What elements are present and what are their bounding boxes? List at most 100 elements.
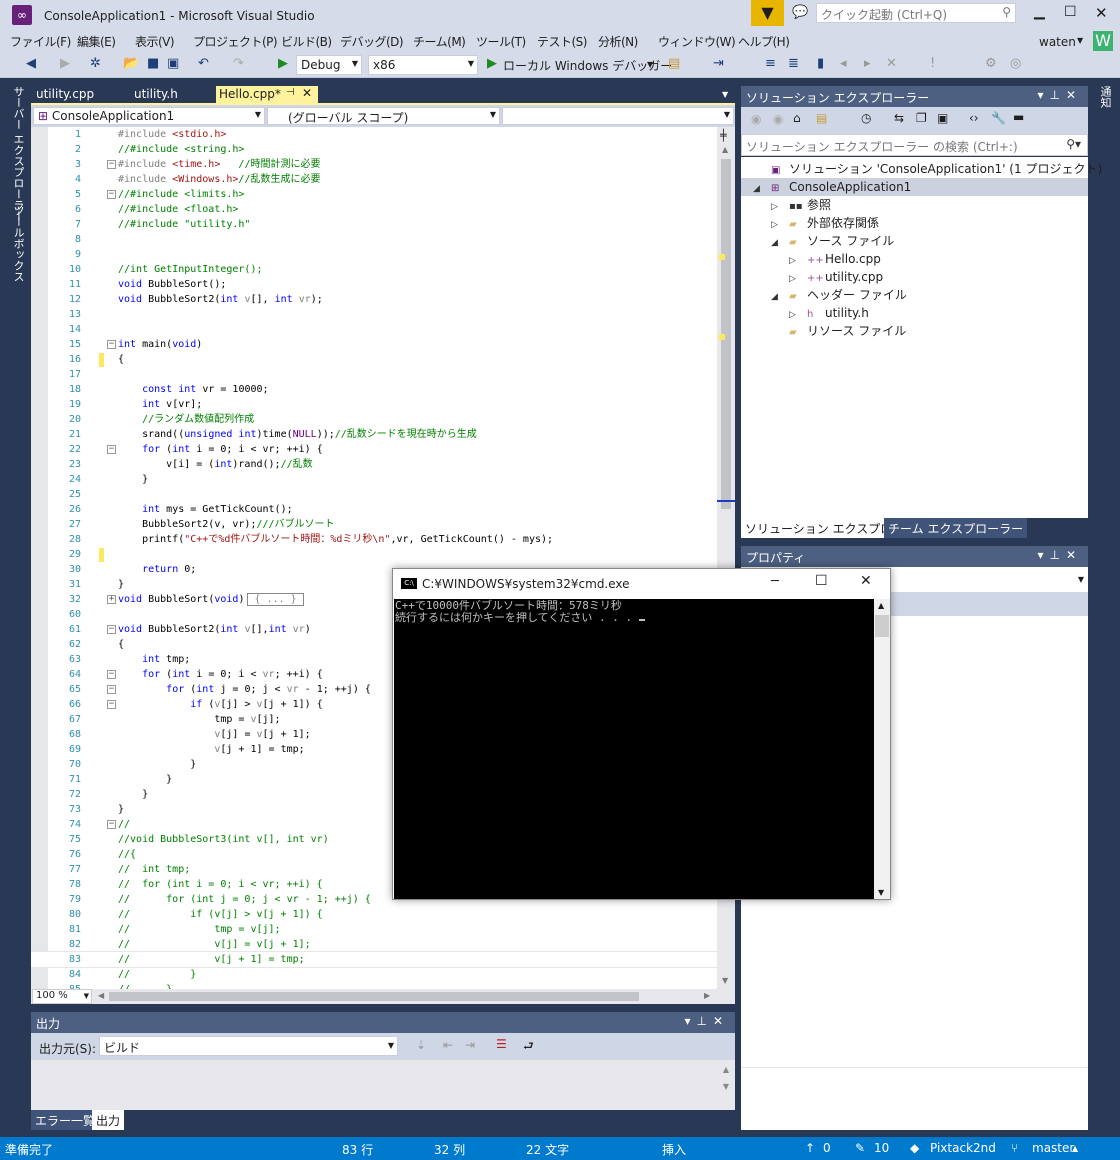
next-message-icon[interactable]: ⇥: [465, 1038, 475, 1052]
notifications-tab[interactable]: 通知: [1097, 86, 1113, 108]
solution-search-input[interactable]: ソリューション エクスプローラー の検索 (Ctrl+:) ⚲▾: [741, 134, 1088, 156]
scroll-up-icon[interactable]: ▲: [722, 145, 728, 154]
word-wrap-icon[interactable]: ⮐: [523, 1037, 534, 1058]
horizontal-scroll-thumb[interactable]: [109, 992, 639, 1001]
maximize-button[interactable]: ☐: [1064, 4, 1077, 20]
menu-window[interactable]: ウィンドウ(W): [658, 33, 736, 50]
code-line[interactable]: 18 const int vr = 10000;: [31, 382, 717, 397]
status-repo[interactable]: Pixtack2nd: [930, 1141, 996, 1155]
back-icon[interactable]: ◀: [26, 56, 36, 71]
quick-launch-input[interactable]: クイック起動 (Ctrl+Q) ⚲: [816, 3, 1016, 23]
alert-icon[interactable]: !: [930, 56, 935, 71]
menu-view[interactable]: 表示(V): [135, 33, 175, 50]
member-dropdown[interactable]: ▼: [502, 107, 734, 125]
tab-hello-cpp[interactable]: Hello.cpp* ⊣ ✕: [216, 86, 318, 104]
scroll-up-icon[interactable]: ▲: [723, 1065, 729, 1074]
menu-analyze[interactable]: 分析(N): [598, 33, 638, 50]
code-line[interactable]: 16 {: [31, 352, 717, 367]
collapse-icon[interactable]: −: [107, 340, 116, 349]
code-line[interactable]: 28 printf("C++で%d件バブルソート時間：%dミリ秒\n",vr, …: [31, 532, 717, 547]
menu-help[interactable]: ヘルプ(H): [738, 33, 790, 50]
code-line[interactable]: 21 srand((unsigned int)time(NULL));//乱数シ…: [31, 427, 717, 442]
tree-item[interactable]: ▣ ソリューション 'ConsoleApplication1' (1 プロジェクト…: [741, 160, 1102, 178]
code-line[interactable]: 7 //#include "utility.h": [31, 217, 717, 232]
project-dropdown[interactable]: ⊞ ConsoleApplication1 ▼: [33, 107, 265, 125]
go-to-line-icon[interactable]: ⇣: [416, 1038, 426, 1052]
platform-dropdown[interactable]: x86 ▼: [368, 55, 478, 75]
config-dropdown[interactable]: Debug ▼: [296, 55, 362, 75]
console-scrollbar[interactable]: ▲ ▼: [874, 599, 890, 899]
user-dropdown-icon[interactable]: ▼: [1077, 36, 1083, 45]
split-icon[interactable]: ╪: [720, 129, 727, 142]
minimize-button[interactable]: ▁: [1034, 4, 1045, 20]
code-line[interactable]: 80 // if (v[j] > v[j + 1]) {: [31, 907, 717, 922]
tree-item[interactable]: ▷ ++utility.cpp: [741, 268, 1088, 286]
tab-overflow-icon[interactable]: ▼: [722, 90, 728, 99]
expand-icon[interactable]: +: [107, 595, 116, 604]
code-line[interactable]: 9: [31, 247, 717, 262]
object-dropdown-icon[interactable]: ▼: [1078, 575, 1084, 584]
scroll-left-icon[interactable]: ◀: [98, 991, 104, 1000]
scroll-right-icon[interactable]: ▶: [704, 991, 710, 1000]
chevron-down-icon[interactable]: ▼: [647, 60, 653, 69]
web-icon[interactable]: ◎: [1010, 56, 1021, 71]
panel-controls[interactable]: ▾⊥✕: [684, 1014, 729, 1028]
back-icon[interactable]: ◉: [751, 112, 761, 126]
code-line[interactable]: 1 #include <stdio.h>: [31, 127, 717, 142]
scroll-down-icon[interactable]: ▼: [878, 888, 884, 897]
show-all-files-icon[interactable]: ▣: [937, 111, 948, 125]
toolbox-tab[interactable]: ツールボックス: [10, 205, 26, 282]
collapse-icon[interactable]: −: [107, 625, 116, 634]
prev-message-icon[interactable]: ⇤: [443, 1038, 453, 1052]
next-bookmark-icon[interactable]: ▸: [864, 56, 871, 71]
step-icon[interactable]: ⇥: [713, 56, 724, 71]
tree-item[interactable]: ▷ ++Hello.cpp: [741, 250, 1088, 268]
pin-icon[interactable]: ⊣: [286, 87, 295, 98]
preview-icon[interactable]: ▬: [1013, 110, 1024, 124]
code-line[interactable]: 24 }: [31, 472, 717, 487]
collapsed-block[interactable]: { ... }: [247, 593, 304, 606]
console-close-button[interactable]: ✕: [860, 573, 872, 589]
code-line[interactable]: 2 //#include <string.h>: [31, 142, 717, 157]
collapse-icon[interactable]: −: [107, 160, 116, 169]
code-line[interactable]: 20 //ランダム数値配列作成: [31, 412, 717, 427]
properties-wrench-icon[interactable]: 🔧: [991, 111, 1006, 125]
menu-debug[interactable]: デバッグ(D): [340, 33, 404, 50]
code-line[interactable]: 5 −//#include <limits.h>: [31, 187, 717, 202]
bookmark-icon[interactable]: ▮: [817, 56, 824, 71]
console-output[interactable]: C++で10000件バブルソート時間：578ミリ秒 続行するには何かキーを押してく…: [394, 599, 874, 899]
avatar[interactable]: W: [1093, 31, 1113, 51]
home-icon[interactable]: ⌂: [793, 111, 801, 125]
save-icon[interactable]: ■: [147, 56, 159, 71]
scroll-thumb[interactable]: [875, 615, 889, 637]
pencil-icon[interactable]: ✎: [855, 1141, 865, 1155]
collapse-icon[interactable]: −: [107, 820, 116, 829]
panel-controls[interactable]: ▾⊥✕: [1037, 548, 1082, 562]
tree-item[interactable]: ▷ ▰ 外部依存関係: [741, 214, 1088, 232]
open-file-icon[interactable]: 📂: [123, 56, 139, 71]
code-line[interactable]: 82 // v[j] = v[j + 1];: [31, 937, 717, 952]
collapse-all-icon[interactable]: ❐: [916, 111, 927, 125]
status-branch[interactable]: master: [1032, 1141, 1074, 1155]
tree-item[interactable]: ▷ ▪▪ 参照: [741, 196, 1088, 214]
branch-icon[interactable]: ⑂: [1011, 1141, 1018, 1155]
code-line[interactable]: 15 − int main(void): [31, 337, 717, 352]
collapse-icon[interactable]: −: [107, 445, 116, 454]
tab-output[interactable]: 出力: [92, 1110, 125, 1130]
close-tab-icon[interactable]: ✕: [302, 86, 312, 100]
uncomment-icon[interactable]: ≣: [788, 56, 799, 71]
output-content[interactable]: ▲ ▼: [31, 1060, 735, 1110]
console-window[interactable]: C:\ C:¥WINDOWS¥system32¥cmd.exe ─ ☐ ✕ C+…: [392, 568, 891, 900]
scope-dropdown[interactable]: (グローバル スコープ) ▼: [267, 107, 500, 125]
repo-icon[interactable]: ◆: [910, 1141, 919, 1155]
code-line[interactable]: 11 void BubbleSort();: [31, 277, 717, 292]
code-line[interactable]: 23 v[i] = (int)rand();//乱数: [31, 457, 717, 472]
status-pushes[interactable]: 0: [823, 1141, 831, 1155]
menu-project[interactable]: プロジェクト(P): [193, 33, 278, 50]
scroll-down-icon[interactable]: ▼: [723, 1082, 729, 1091]
code-line[interactable]: 84 // }: [31, 967, 717, 982]
start-icon[interactable]: ▶: [278, 56, 288, 71]
redo-icon[interactable]: ↷: [233, 56, 244, 71]
code-line[interactable]: 29: [31, 547, 717, 562]
code-line[interactable]: 8: [31, 232, 717, 247]
